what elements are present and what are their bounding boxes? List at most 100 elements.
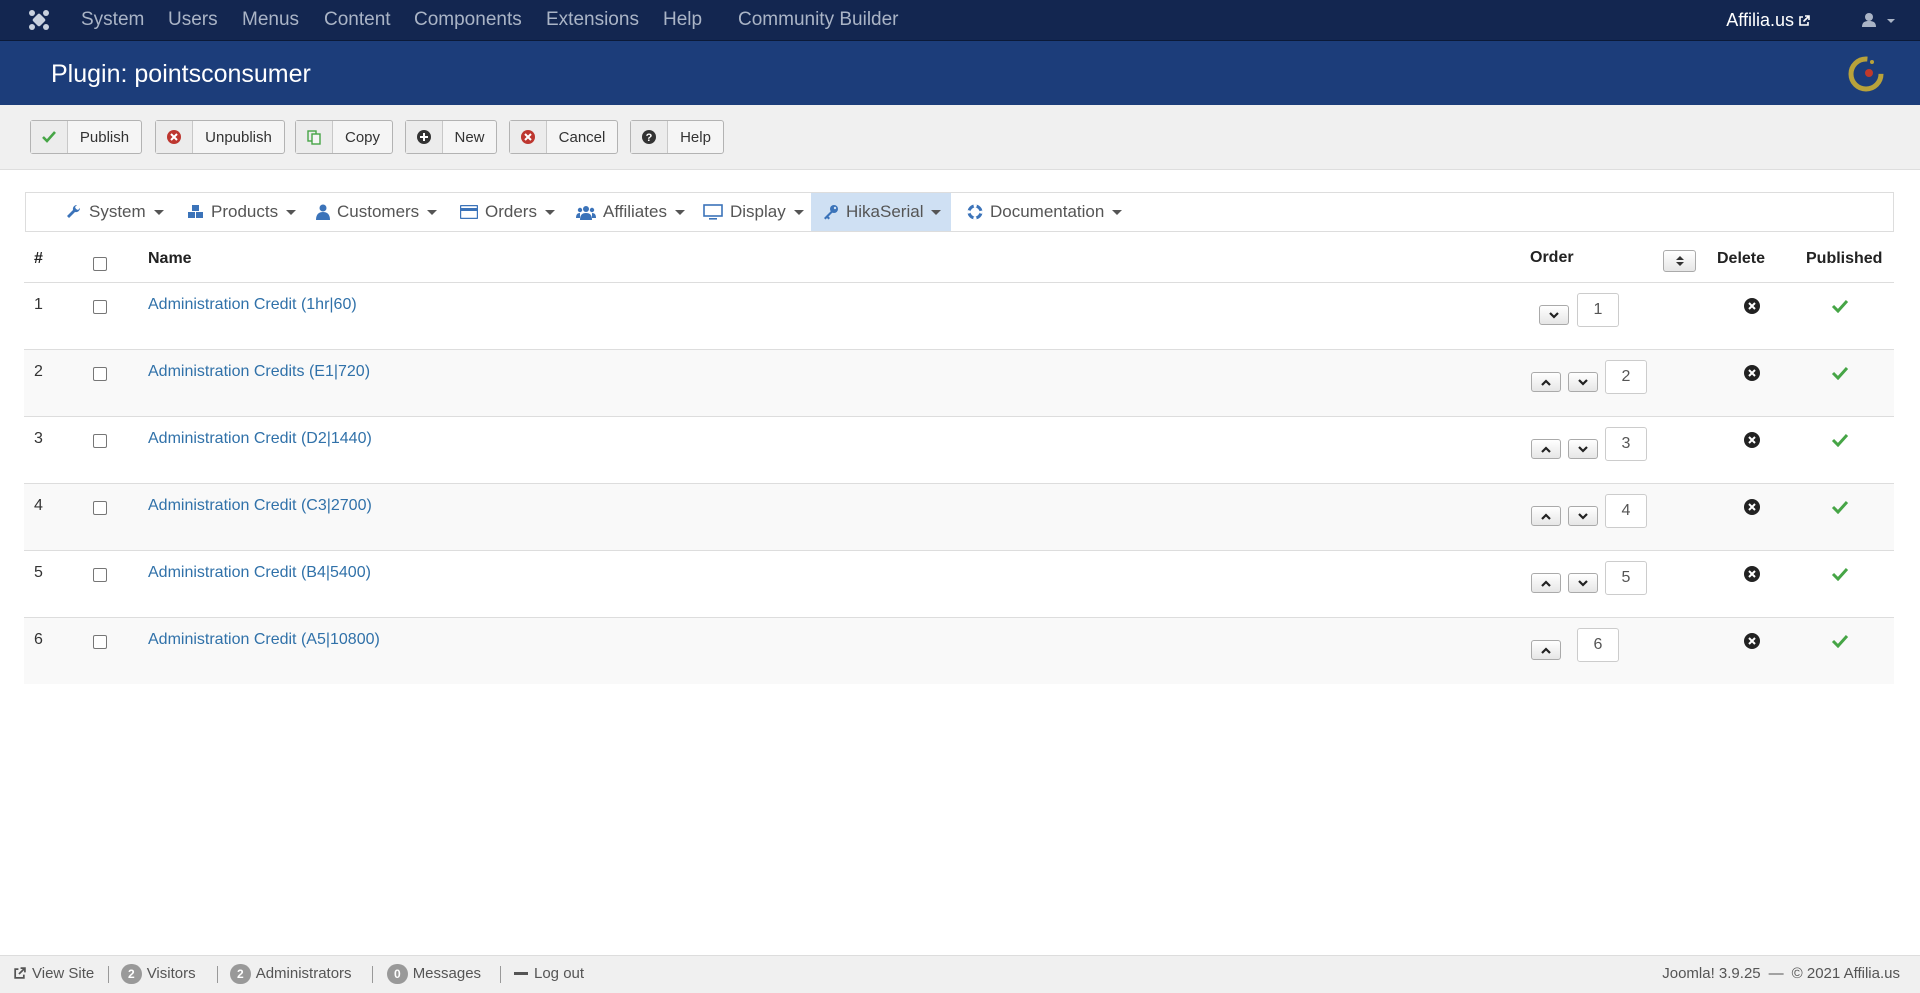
order-input[interactable]: 3 [1605, 427, 1647, 461]
cubes-icon [188, 205, 203, 218]
question-circle-icon: ? [631, 121, 668, 153]
move-up-button[interactable] [1531, 640, 1561, 660]
topmenu-help[interactable]: Help [663, 0, 702, 40]
row-name-link[interactable]: Administration Credits (E1|720) [148, 363, 370, 381]
divider [500, 966, 501, 983]
select-all-checkbox[interactable] [93, 257, 107, 271]
row-name-link[interactable]: Administration Credit (D2|1440) [148, 430, 372, 448]
submenu-customers[interactable]: Customers [310, 193, 443, 231]
cancel-circle-icon [510, 121, 547, 153]
logout-link[interactable]: Log out [514, 955, 584, 992]
row-checkbox[interactable] [93, 635, 107, 649]
topmenu-menus[interactable]: Menus [242, 0, 299, 40]
chevron-up-icon [1541, 579, 1551, 587]
messages-link[interactable]: 0 Messages [387, 955, 481, 992]
unpublish-button[interactable]: Unpublish [155, 120, 285, 154]
move-down-button[interactable] [1568, 573, 1598, 593]
delete-icon[interactable] [1743, 364, 1761, 382]
topmenu-extensions[interactable]: Extensions [546, 0, 639, 40]
move-up-button[interactable] [1531, 372, 1561, 392]
submenu-documentation[interactable]: Documentation [961, 193, 1128, 231]
chevron-down-icon [1549, 311, 1559, 319]
column-header-published[interactable]: Published [1806, 250, 1882, 268]
column-header-order[interactable]: Order [1530, 249, 1574, 267]
submenu-display[interactable]: Display [697, 193, 810, 231]
row-checkbox[interactable] [93, 501, 107, 515]
published-check-icon[interactable] [1831, 634, 1849, 648]
row-checkbox[interactable] [93, 300, 107, 314]
delete-icon[interactable] [1743, 632, 1761, 650]
row-checkbox[interactable] [93, 568, 107, 582]
chevron-up-icon [1541, 512, 1551, 520]
order-input[interactable]: 6 [1577, 628, 1619, 662]
submenu-products[interactable]: Products [181, 193, 302, 231]
move-up-button[interactable] [1531, 439, 1561, 459]
row-checkbox[interactable] [93, 434, 107, 448]
published-check-icon[interactable] [1831, 433, 1849, 447]
row-name-link[interactable]: Administration Credit (C3|2700) [148, 497, 372, 515]
move-up-button[interactable] [1531, 506, 1561, 526]
view-site-link[interactable]: View Site [13, 955, 94, 992]
delete-icon[interactable] [1743, 498, 1761, 516]
move-down-button[interactable] [1539, 305, 1569, 325]
user-menu-icon[interactable] [1862, 12, 1896, 28]
topmenu-users[interactable]: Users [168, 0, 218, 40]
row-name-link[interactable]: Administration Credit (A5|10800) [148, 631, 380, 649]
divider [108, 966, 109, 983]
divider [372, 966, 373, 983]
delete-icon[interactable] [1743, 297, 1761, 315]
version-info: Joomla! 3.9.25 — © 2021 Affilia.us [1662, 955, 1900, 992]
sort-order-button[interactable] [1663, 250, 1696, 272]
move-down-button[interactable] [1568, 439, 1598, 459]
order-input[interactable]: 4 [1605, 494, 1647, 528]
row-number: 2 [34, 363, 43, 380]
row-checkbox[interactable] [93, 367, 107, 381]
submenu-system[interactable]: System [60, 193, 170, 231]
delete-icon[interactable] [1743, 431, 1761, 449]
submenu-orders[interactable]: Orders [454, 193, 561, 231]
delete-icon[interactable] [1743, 565, 1761, 583]
published-check-icon[interactable] [1831, 500, 1849, 514]
order-input[interactable]: 2 [1605, 360, 1647, 394]
help-button[interactable]: ? Help [630, 120, 724, 154]
key-icon [824, 205, 838, 220]
user-icon [316, 204, 330, 220]
row-number: 5 [34, 564, 43, 581]
topmenu-components[interactable]: Components [414, 0, 522, 40]
topmenu-community-builder[interactable]: Community Builder [738, 0, 899, 40]
toolbar [0, 105, 1920, 170]
move-down-button[interactable] [1568, 506, 1598, 526]
copy-icon [296, 121, 333, 153]
component-submenu [25, 192, 1894, 232]
topmenu-content[interactable]: Content [324, 0, 391, 40]
chevron-down-icon [1578, 445, 1588, 453]
plus-circle-icon [406, 121, 443, 153]
publish-button[interactable]: Publish [30, 120, 142, 154]
order-input[interactable]: 1 [1577, 293, 1619, 327]
topmenu-system[interactable]: System [81, 0, 144, 40]
row-name-link[interactable]: Administration Credit (1hr|60) [148, 296, 357, 314]
submenu-hikaserial[interactable]: HikaSerial [811, 193, 951, 231]
minus-icon [514, 971, 528, 975]
site-link[interactable]: Affilia.us [1726, 0, 1810, 40]
column-header-name[interactable]: Name [148, 250, 192, 268]
chevron-up-icon [1541, 378, 1551, 386]
column-header-delete: Delete [1717, 250, 1766, 267]
joomla-logo-icon[interactable] [28, 9, 50, 31]
visitors-status: 2 Visitors [121, 955, 196, 992]
published-check-icon[interactable] [1831, 366, 1849, 380]
new-button[interactable]: New [405, 120, 497, 154]
copy-button[interactable]: Copy [295, 120, 393, 154]
published-check-icon[interactable] [1831, 299, 1849, 313]
move-down-button[interactable] [1568, 372, 1598, 392]
published-check-icon[interactable] [1831, 567, 1849, 581]
order-input[interactable]: 5 [1605, 561, 1647, 595]
row-name-link[interactable]: Administration Credit (B4|5400) [148, 564, 371, 582]
move-up-button[interactable] [1531, 573, 1561, 593]
credit-card-icon [460, 205, 478, 219]
cancel-button[interactable]: Cancel [509, 120, 618, 154]
submenu-affiliates[interactable]: Affiliates [570, 193, 691, 231]
sort-icon [1675, 256, 1684, 266]
external-link-icon [1799, 15, 1810, 26]
wrench-icon [67, 204, 81, 218]
